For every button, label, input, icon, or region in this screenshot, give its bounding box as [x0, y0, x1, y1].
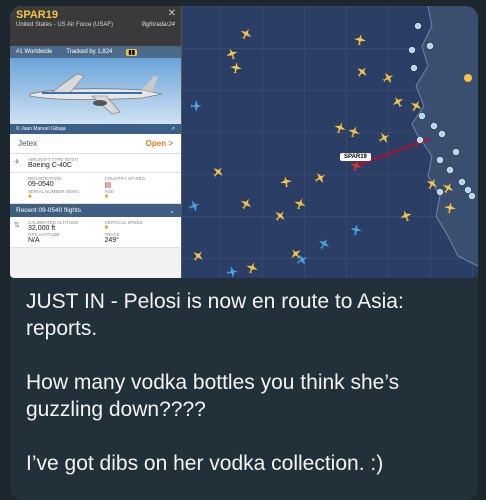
operator-row[interactable]: Jetex Open > [10, 134, 181, 154]
track-value: 249° [104, 237, 119, 244]
airport-pin-icon[interactable] [437, 189, 443, 195]
airport-pin-icon[interactable] [411, 65, 417, 71]
weather-marker-icon [464, 74, 472, 82]
live-badge-icon: ▮▮ [126, 48, 137, 56]
lock-icon: ■ [104, 194, 109, 200]
aircraft-photo-image [29, 73, 163, 115]
message-paragraph: How many vodka bottles you think she’s g… [26, 371, 400, 421]
external-link-icon[interactable]: ↗ [171, 126, 175, 132]
airport-pin-icon[interactable] [447, 167, 453, 173]
us-flag-icon: ▤ [104, 182, 112, 189]
aircraft-photo[interactable] [10, 58, 181, 124]
airport-pin-icon[interactable] [409, 47, 415, 53]
airport-pin-icon[interactable] [437, 157, 443, 163]
lock-icon: ■ [28, 194, 32, 200]
rank-bar: #1 Worldwide Tracked by 1,824 ▮▮ [10, 46, 181, 58]
gps-value: N/A [28, 237, 40, 244]
message-paragraph: I’ve got dibs on her vodka collection. :… [26, 452, 384, 475]
registration-value: 09-0540 [28, 181, 54, 188]
airport-pin-icon[interactable] [439, 131, 445, 137]
message-bubble: SPAR19 SPAR19 United States - US Air For… [10, 6, 478, 500]
airplane-icon: ✈ [14, 159, 20, 166]
operator-name: Jetex [18, 139, 38, 148]
altitude-section: ⇅ CALIBRATED ALTITUDE 32,000 ft VERTICAL… [10, 217, 181, 248]
chevron-down-icon: ⌄ [169, 207, 175, 215]
airport-pin-icon[interactable] [419, 113, 425, 119]
registration-section: REGISTRATION 09-0540 COUNTRY OF REG. ▤ S… [10, 173, 181, 204]
tracked-by: Tracked by 1,824 [66, 49, 113, 55]
photo-credit-bar: © Juan Manuel Gibaja ↗ [10, 124, 181, 134]
airport-pin-icon[interactable] [431, 123, 437, 129]
flight-info-panel: SPAR19 United States - US Air Force (USA… [10, 6, 182, 278]
close-icon[interactable]: ✕ [168, 8, 176, 19]
callsign: SPAR19 [16, 9, 58, 21]
airport-pin-icon[interactable] [469, 193, 475, 199]
airport-pin-icon[interactable] [465, 187, 471, 193]
brand-logo: flightradar24 [141, 22, 175, 28]
flight-screenshot[interactable]: SPAR19 SPAR19 United States - US Air For… [10, 6, 478, 278]
open-link[interactable]: Open > [146, 139, 173, 148]
panel-header: SPAR19 United States - US Air Force (USA… [10, 6, 181, 46]
recent-flights-bar[interactable]: Recent 09-0540 flights ⌄ [10, 204, 181, 217]
message-paragraph: JUST IN - Pelosi is now en route to Asia… [26, 290, 404, 340]
aircraft-type-section: ✈ AIRCRAFT TYPE (B737) Boeing C-40C [10, 154, 181, 173]
airport-pin-icon[interactable] [453, 149, 459, 155]
lock-icon: ■ [104, 225, 109, 231]
photo-credit: © Juan Manuel Gibaja [16, 126, 66, 132]
airport-pin-icon[interactable] [415, 23, 421, 29]
altitude-value: 32,000 ft [28, 225, 56, 232]
airport-pin-icon[interactable] [459, 179, 465, 185]
rank-label: #1 Worldwide [16, 49, 53, 55]
airport-pin-icon[interactable] [417, 137, 423, 143]
airport-pin-icon[interactable] [427, 43, 433, 49]
altitude-icon: ⇅ [14, 222, 20, 229]
recent-flights-label: Recent 09-0540 flights [16, 207, 82, 214]
message-text: JUST IN - Pelosi is now en route to Asia… [26, 288, 476, 477]
aircraft-type-value: Boeing C-40C [28, 162, 72, 169]
